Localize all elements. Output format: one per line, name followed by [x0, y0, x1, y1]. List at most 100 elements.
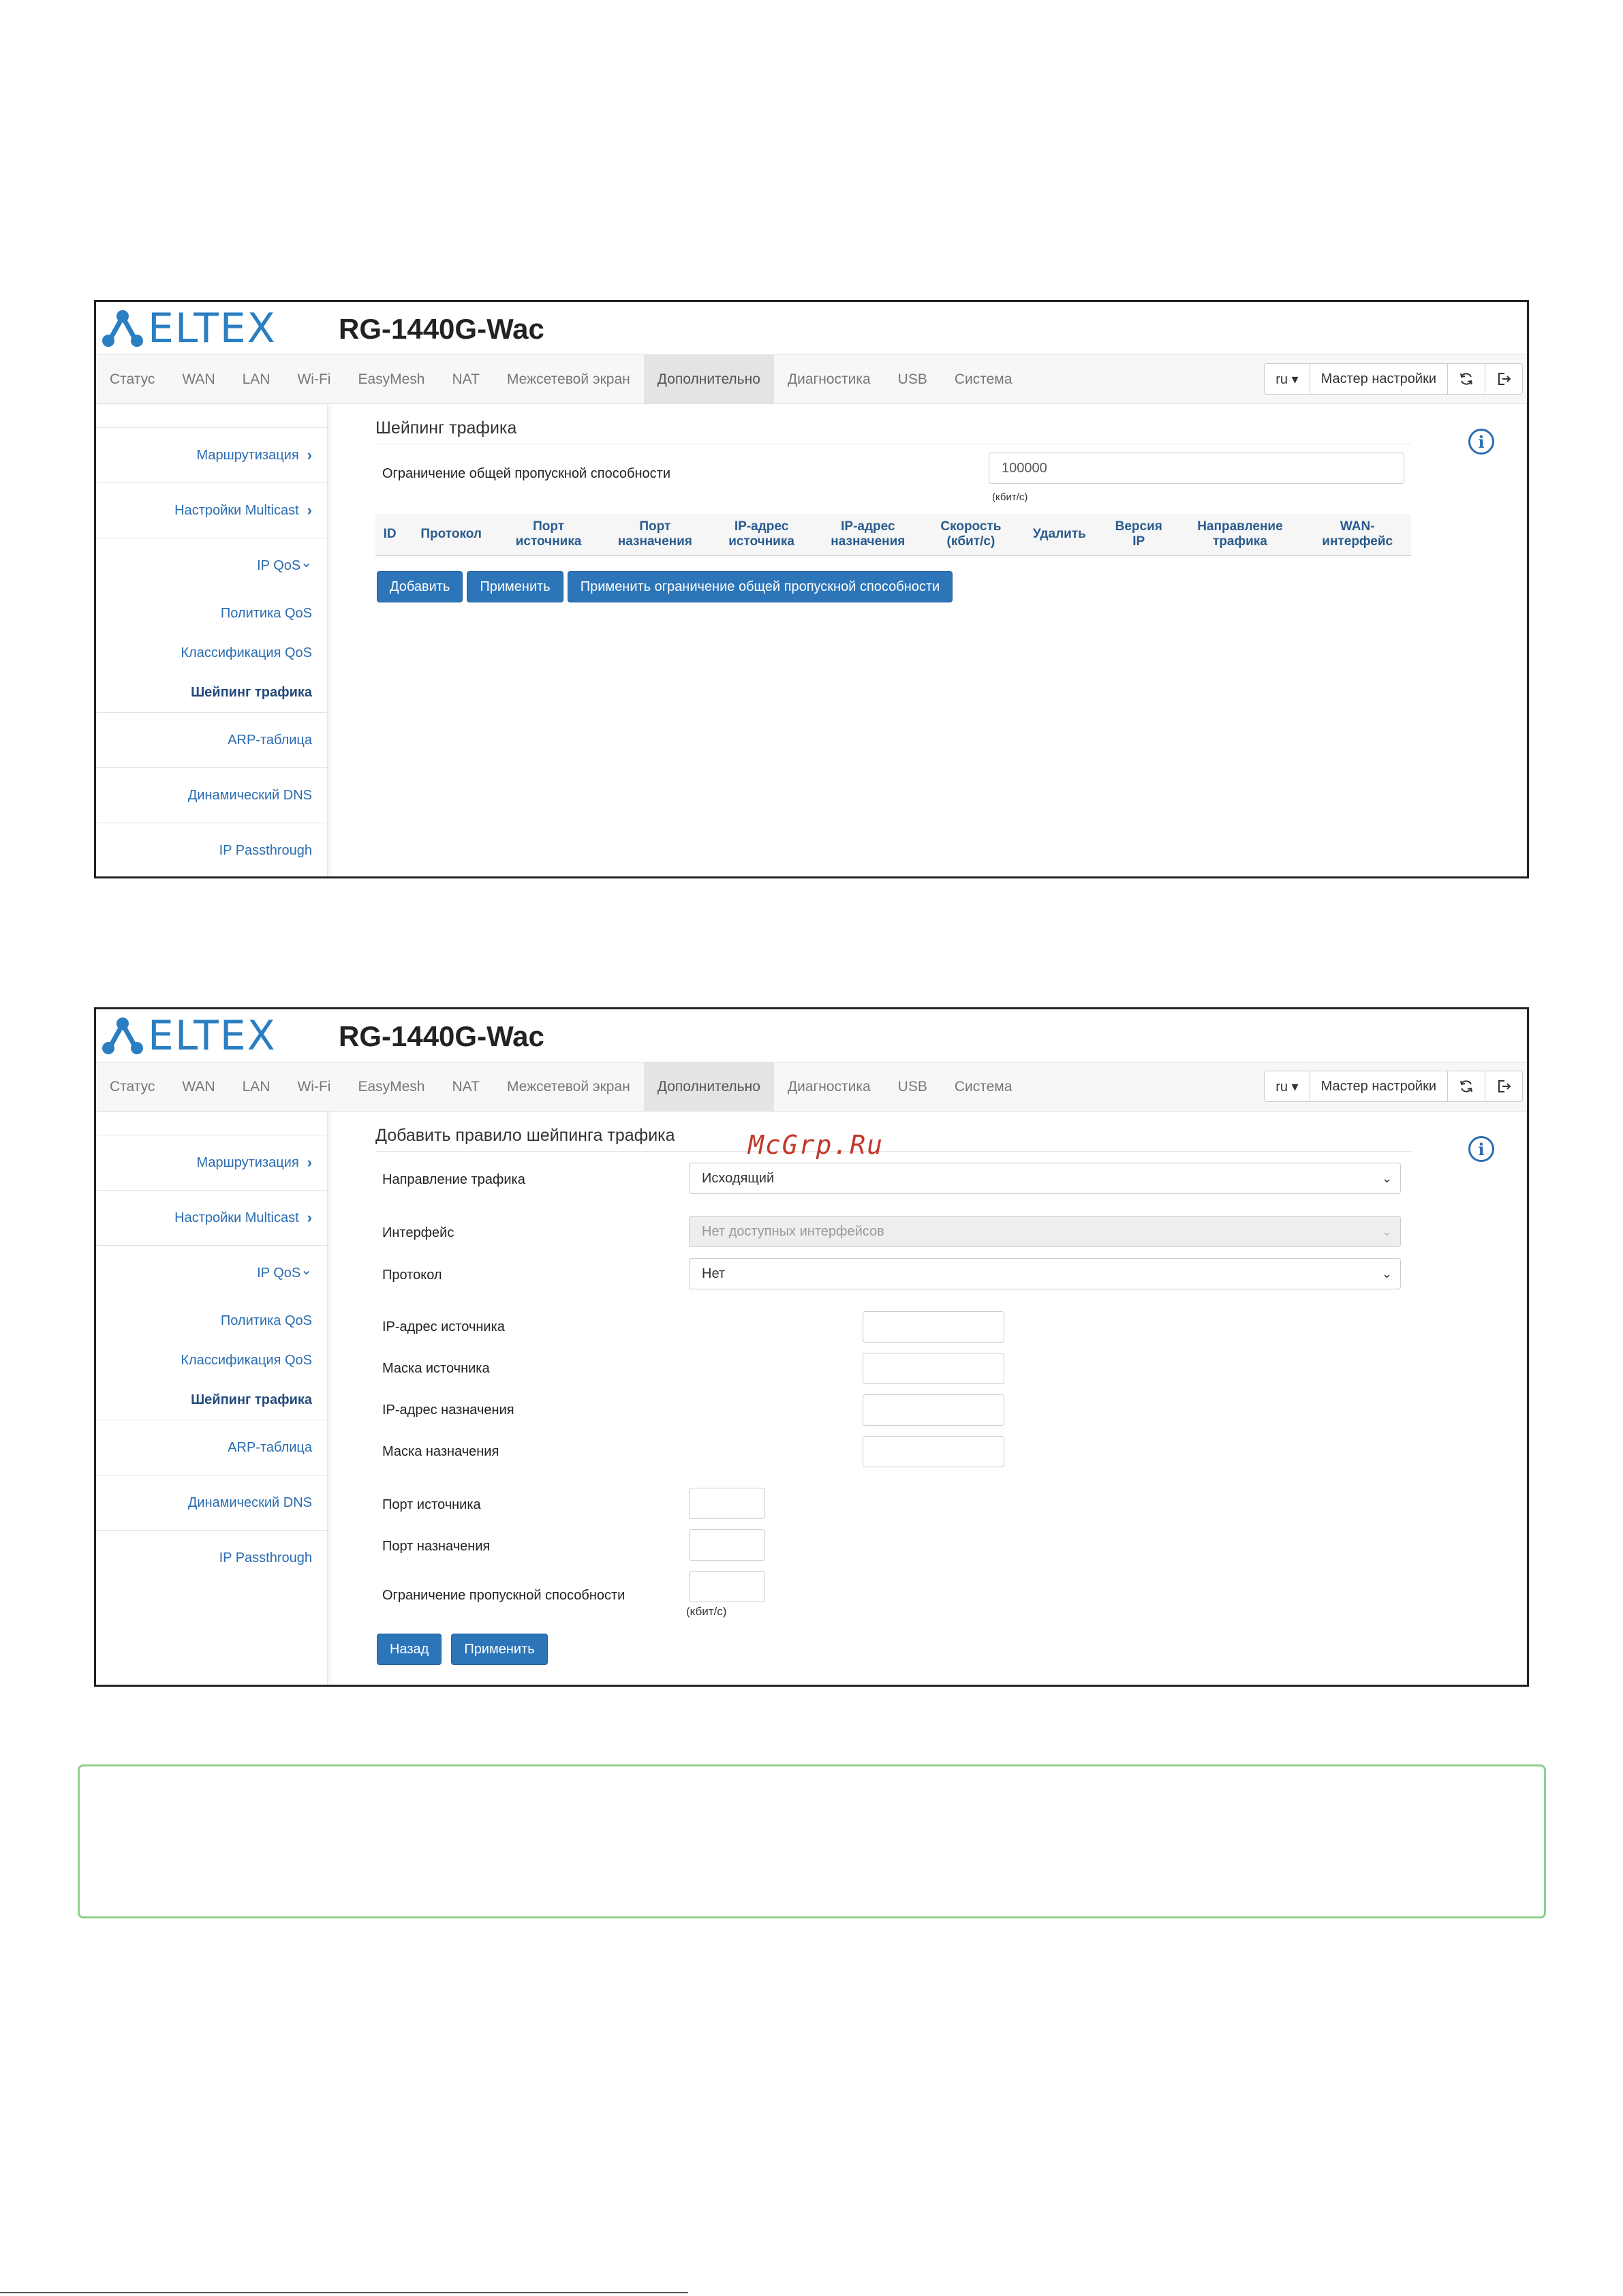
sidebar-item-ip-passthrough[interactable]: IP Passthrough: [96, 1531, 327, 1586]
refresh-icon[interactable]: [1447, 364, 1485, 394]
tab-wifi[interactable]: Wi-Fi: [283, 1062, 344, 1111]
tab-status[interactable]: Статус: [96, 355, 168, 403]
dst-ip-input[interactable]: [863, 1394, 1004, 1426]
col-ip-version: Версия IP: [1101, 514, 1177, 556]
tab-system[interactable]: Система: [941, 355, 1026, 403]
src-mask-input[interactable]: [863, 1353, 1004, 1384]
add-button[interactable]: Добавить: [377, 571, 463, 602]
sidebar: Маршрутизация › Настройки Multicast › IP Q…: [96, 405, 328, 876]
tab-lan[interactable]: LAN: [229, 1062, 284, 1111]
bandwidth-limit-input[interactable]: [689, 1571, 765, 1602]
direction-select[interactable]: Исходящий ⌄: [689, 1163, 1401, 1194]
sidebar-group-ipqos: IP QoS ⌄ Политика QoS Классификация QoS Ш…: [96, 538, 327, 713]
sidebar-item-traffic-shaping[interactable]: Шейпинг трафика: [96, 1380, 327, 1420]
direction-label: Направление трафика: [382, 1172, 525, 1187]
col-src-ip: IP-адрес источника: [711, 514, 812, 556]
main-nav: Статус WAN LAN Wi-Fi EasyMesh NAT Межсет…: [96, 1062, 1527, 1112]
sidebar-item-multicast[interactable]: Настройки Multicast ›: [96, 483, 327, 538]
sidebar-item-ipqos[interactable]: IP QoS ⌄: [96, 538, 327, 594]
sidebar-item-multicast[interactable]: Настройки Multicast ›: [96, 1191, 327, 1246]
dst-port-input[interactable]: [689, 1529, 765, 1561]
tab-diagnostics[interactable]: Диагностика: [774, 355, 884, 403]
tab-system[interactable]: Система: [941, 1062, 1026, 1111]
col-delete: Удалить: [1017, 514, 1102, 556]
eltex-logo: ELTEX: [102, 307, 277, 350]
apply-bandwidth-limit-button[interactable]: Применить ограничение общей пропускной с…: [567, 571, 953, 602]
dst-ip-label: IP-адрес назначения: [382, 1403, 514, 1418]
tab-wifi[interactable]: Wi-Fi: [283, 355, 344, 403]
setup-wizard-button[interactable]: Мастер настройки: [1309, 1071, 1447, 1101]
tab-nat[interactable]: NAT: [439, 355, 493, 403]
col-dst-ip: IP-адрес назначения: [812, 514, 925, 556]
tab-nat[interactable]: NAT: [439, 1062, 493, 1111]
col-protocol: Протокол: [404, 514, 499, 556]
sidebar-item-arp[interactable]: ARP-таблица: [96, 1420, 327, 1475]
tab-advanced[interactable]: Дополнительно: [643, 355, 774, 403]
nav-actions: ru ▾ Мастер настройки: [1264, 1071, 1523, 1102]
sidebar-item-qos-classification[interactable]: Классификация QoS: [96, 1341, 327, 1380]
tab-firewall[interactable]: Межсетевой экран: [493, 355, 644, 403]
src-port-label: Порт источника: [382, 1497, 481, 1512]
sidebar-item-ipqos[interactable]: IP QoS ⌄: [96, 1246, 327, 1301]
language-select[interactable]: ru ▾: [1265, 1071, 1309, 1101]
bandwidth-limit-label: Ограничение общей пропускной способности: [382, 466, 670, 481]
interface-select[interactable]: Нет доступных интерфейсов ⌄: [689, 1216, 1401, 1247]
bandwidth-limit-input[interactable]: 100000: [989, 453, 1404, 484]
tab-diagnostics[interactable]: Диагностика: [774, 1062, 884, 1111]
chevron-right-icon: ›: [307, 1209, 312, 1226]
tab-usb[interactable]: USB: [884, 1062, 941, 1111]
dst-mask-input[interactable]: [863, 1436, 1004, 1467]
dst-mask-label: Маска назначения: [382, 1444, 499, 1459]
col-wan-interface: WAN- интерфейс: [1303, 514, 1411, 556]
refresh-icon[interactable]: [1447, 1071, 1485, 1101]
col-direction: Направление трафика: [1176, 514, 1304, 556]
apply-button[interactable]: Применить: [451, 1634, 548, 1665]
sidebar-item-arp[interactable]: ARP-таблица: [96, 713, 327, 768]
tab-advanced[interactable]: Дополнительно: [643, 1062, 774, 1111]
page-title: Добавить правило шейпинга трафика: [375, 1126, 1411, 1152]
protocol-select[interactable]: Нет ⌄: [689, 1258, 1401, 1289]
apply-button[interactable]: Применить: [467, 571, 563, 602]
screenshot-traffic-shaping: ELTEX RG-1440G-Wac Статус WAN LAN Wi-Fi …: [94, 300, 1529, 878]
back-button[interactable]: Назад: [377, 1634, 442, 1665]
sidebar-item-ddns[interactable]: Динамический DNS: [96, 768, 327, 823]
chevron-right-icon: ›: [307, 1154, 312, 1171]
sidebar-item-ip-passthrough[interactable]: IP Passthrough: [96, 823, 327, 876]
eltex-logo-icon: [102, 310, 143, 347]
sidebar-item-qos-policy[interactable]: Политика QoS: [96, 594, 327, 633]
protocol-label: Протокол: [382, 1268, 442, 1283]
src-port-input[interactable]: [689, 1488, 765, 1519]
sidebar-item-routing[interactable]: Маршрутизация ›: [96, 1135, 327, 1191]
tab-status[interactable]: Статус: [96, 1062, 168, 1111]
tab-usb[interactable]: USB: [884, 355, 941, 403]
src-ip-input[interactable]: [863, 1311, 1004, 1343]
tab-wan[interactable]: WAN: [168, 1062, 228, 1111]
chevron-right-icon: ›: [307, 446, 312, 463]
note-box: [78, 1764, 1546, 1918]
sidebar-item-qos-policy[interactable]: Политика QoS: [96, 1301, 327, 1341]
chevron-down-icon: ⌄: [300, 555, 312, 570]
sidebar-item-traffic-shaping[interactable]: Шейпинг трафика: [96, 673, 327, 712]
tab-firewall[interactable]: Межсетевой экран: [493, 1062, 644, 1111]
info-icon[interactable]: i: [1468, 429, 1494, 455]
language-select[interactable]: ru ▾: [1265, 364, 1309, 394]
tab-wan[interactable]: WAN: [168, 355, 228, 403]
chevron-down-icon: ⌄: [1381, 1224, 1392, 1238]
tab-lan[interactable]: LAN: [229, 355, 284, 403]
sidebar: Маршрутизация › Настройки Multicast › IP Q…: [96, 1112, 328, 1685]
info-icon[interactable]: i: [1468, 1136, 1494, 1162]
sidebar-group-ipqos: IP QoS ⌄ Политика QoS Классификация QoS Ш…: [96, 1246, 327, 1420]
rules-table: ID Протокол Порт источника Порт назначен…: [375, 514, 1411, 556]
tab-easymesh[interactable]: EasyMesh: [344, 1062, 438, 1111]
sidebar-item-routing[interactable]: Маршрутизация ›: [96, 428, 327, 483]
logout-icon[interactable]: [1485, 1071, 1522, 1101]
sidebar-item-qos-classification[interactable]: Классификация QoS: [96, 633, 327, 673]
tab-easymesh[interactable]: EasyMesh: [344, 355, 438, 403]
col-src-port: Порт источника: [498, 514, 599, 556]
col-dst-port: Порт назначения: [598, 514, 711, 556]
sidebar-item-ddns[interactable]: Динамический DNS: [96, 1475, 327, 1531]
setup-wizard-button[interactable]: Мастер настройки: [1309, 364, 1447, 394]
logo-text: ELTEX: [148, 1012, 277, 1060]
nav-actions: ru ▾ Мастер настройки: [1264, 363, 1523, 395]
logout-icon[interactable]: [1485, 364, 1522, 394]
